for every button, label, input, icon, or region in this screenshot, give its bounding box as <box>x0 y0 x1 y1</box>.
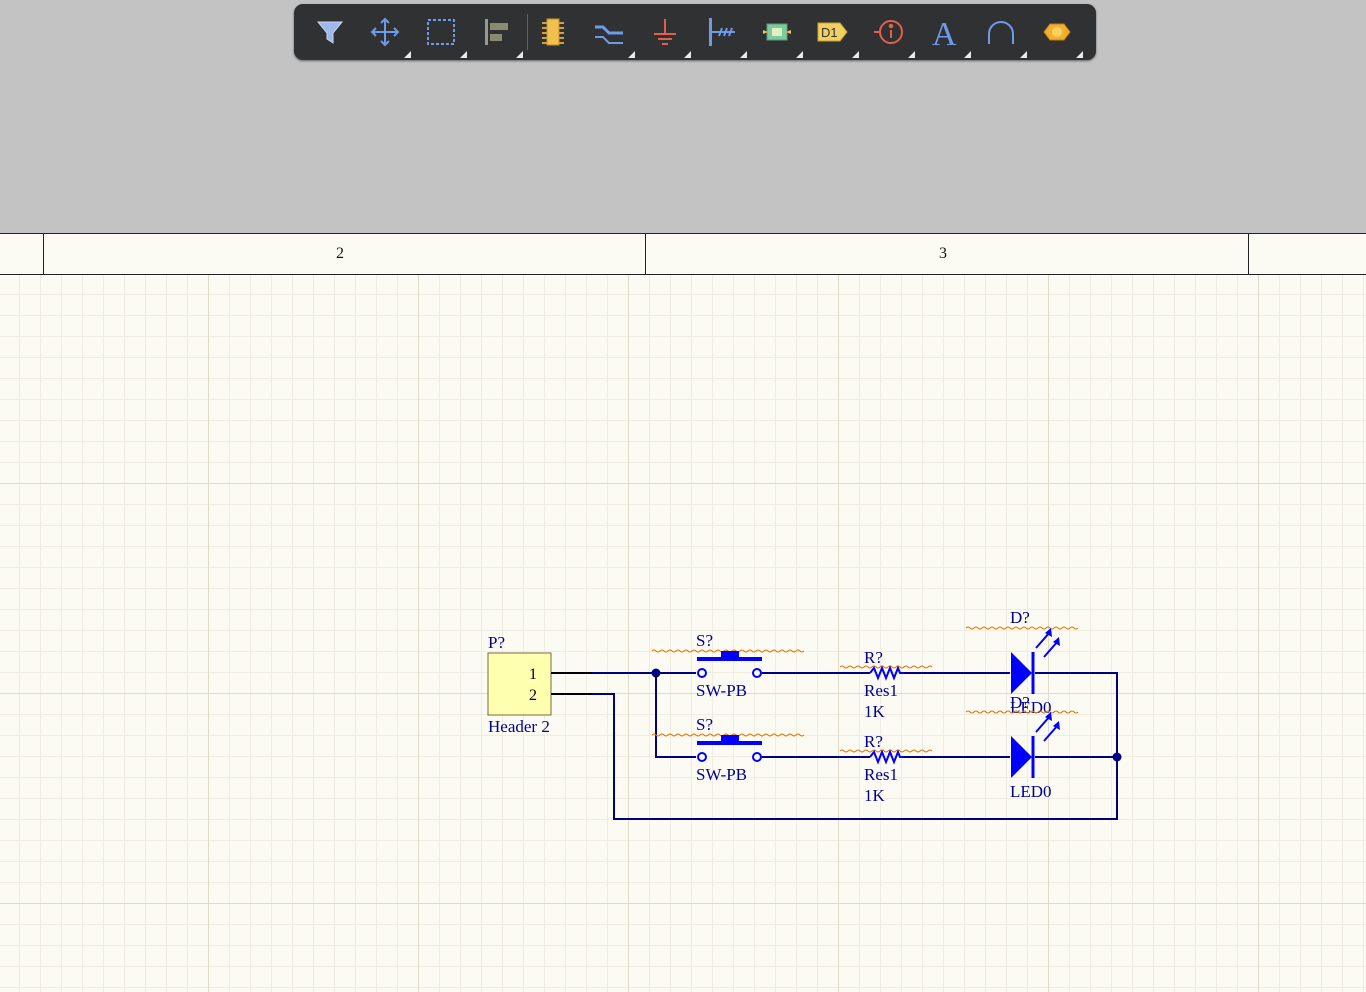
led-arrow <box>1035 631 1059 658</box>
align-icon <box>485 19 508 45</box>
header-pin <box>551 672 592 695</box>
switch-comment: SW-PB <box>696 765 747 784</box>
resistor[interactable]: R? Res1 1K <box>839 732 933 805</box>
resistor[interactable]: R? Res1 1K <box>839 648 933 721</box>
zone-label-2: 2 <box>336 245 344 262</box>
switch-cap <box>721 735 739 742</box>
text-icon: A <box>932 16 957 48</box>
error-squiggle <box>965 626 1079 630</box>
header-pin1-number: 1 <box>529 666 537 683</box>
move-button[interactable] <box>357 4 413 60</box>
port-button[interactable]: D1 <box>805 4 861 60</box>
port-icon: D1 <box>817 22 848 42</box>
align-button[interactable] <box>469 4 525 60</box>
led-comment: LED0 <box>1010 782 1052 801</box>
bus-entry-icon <box>595 25 623 44</box>
resistor-value: 1K <box>864 702 886 721</box>
led-designator: D? <box>1010 608 1030 627</box>
switch-contact <box>752 668 762 678</box>
arc-button[interactable] <box>973 4 1029 60</box>
move-icon <box>370 17 400 47</box>
zone-divider <box>43 234 44 274</box>
zone-ruler: 2 3 <box>0 233 1366 275</box>
switch-designator: S? <box>696 631 713 650</box>
header-component[interactable]: 1 2 P? Header 2 <box>487 633 592 736</box>
harness-button[interactable] <box>693 4 749 60</box>
power-port-icon <box>654 19 676 45</box>
component-icon <box>542 18 564 46</box>
resistor-comment: Res1 <box>864 681 898 700</box>
select-rectangle-icon <box>427 19 455 45</box>
sheet-symbol-button[interactable] <box>749 4 805 60</box>
pushbutton-switch[interactable]: S? SW-PB <box>651 715 805 784</box>
error-squiggle <box>839 749 933 753</box>
led-designator: D? <box>1010 693 1030 712</box>
junction-dot <box>1112 752 1122 762</box>
schematic-toolbar: D1 A <box>294 4 1096 60</box>
directive-icon <box>874 20 903 44</box>
header-designator: P? <box>488 633 505 652</box>
select-button[interactable] <box>413 4 469 60</box>
led[interactable]: D? LED0 <box>965 693 1079 801</box>
header-body <box>487 652 552 716</box>
switch-designator: S? <box>696 715 713 734</box>
bus-entry-button[interactable] <box>581 4 637 60</box>
directive-button[interactable] <box>861 4 917 60</box>
harness-icon <box>709 18 735 46</box>
svg-text:A: A <box>932 16 957 48</box>
led-triangle <box>1011 652 1032 694</box>
place-part-button[interactable] <box>525 4 581 60</box>
switch-cap <box>721 651 739 658</box>
resistor-designator: R? <box>864 732 883 751</box>
resistor-body <box>869 749 904 765</box>
hole-button[interactable] <box>1029 4 1085 60</box>
error-squiggle <box>839 665 933 669</box>
resistor-body <box>869 665 904 681</box>
header-comment: Header 2 <box>488 717 550 736</box>
zone-divider <box>645 234 646 274</box>
filter-button[interactable] <box>302 4 358 60</box>
pushbutton-switch[interactable]: S? SW-PB <box>651 631 805 700</box>
led-triangle <box>1011 736 1032 778</box>
zone-label-3: 3 <box>939 245 947 262</box>
zone-divider <box>1248 234 1249 274</box>
wire <box>655 673 696 758</box>
resistor-value: 1K <box>864 786 886 805</box>
resistor-comment: Res1 <box>864 765 898 784</box>
filter-icon <box>316 21 344 44</box>
led-arrowhead <box>1045 628 1060 646</box>
switch-comment: SW-PB <box>696 681 747 700</box>
switch-contact <box>697 668 707 678</box>
header-pin2-number: 2 <box>529 687 537 704</box>
text-button[interactable]: A <box>917 4 973 60</box>
led-arrow <box>1035 715 1059 742</box>
junction-dot <box>651 668 661 678</box>
switch-contact <box>697 752 707 762</box>
switch-contact <box>752 752 762 762</box>
hole-icon <box>1043 23 1071 41</box>
schematic-canvas[interactable]: 1 2 P? Header 2 S? SW-PB S? SW-PB R? Res… <box>0 275 1366 992</box>
resistor-designator: R? <box>864 648 883 667</box>
sheet-symbol-icon <box>763 23 791 41</box>
svg-text:D1: D1 <box>821 25 838 40</box>
arc-icon <box>988 21 1014 44</box>
power-port-button[interactable] <box>637 4 693 60</box>
